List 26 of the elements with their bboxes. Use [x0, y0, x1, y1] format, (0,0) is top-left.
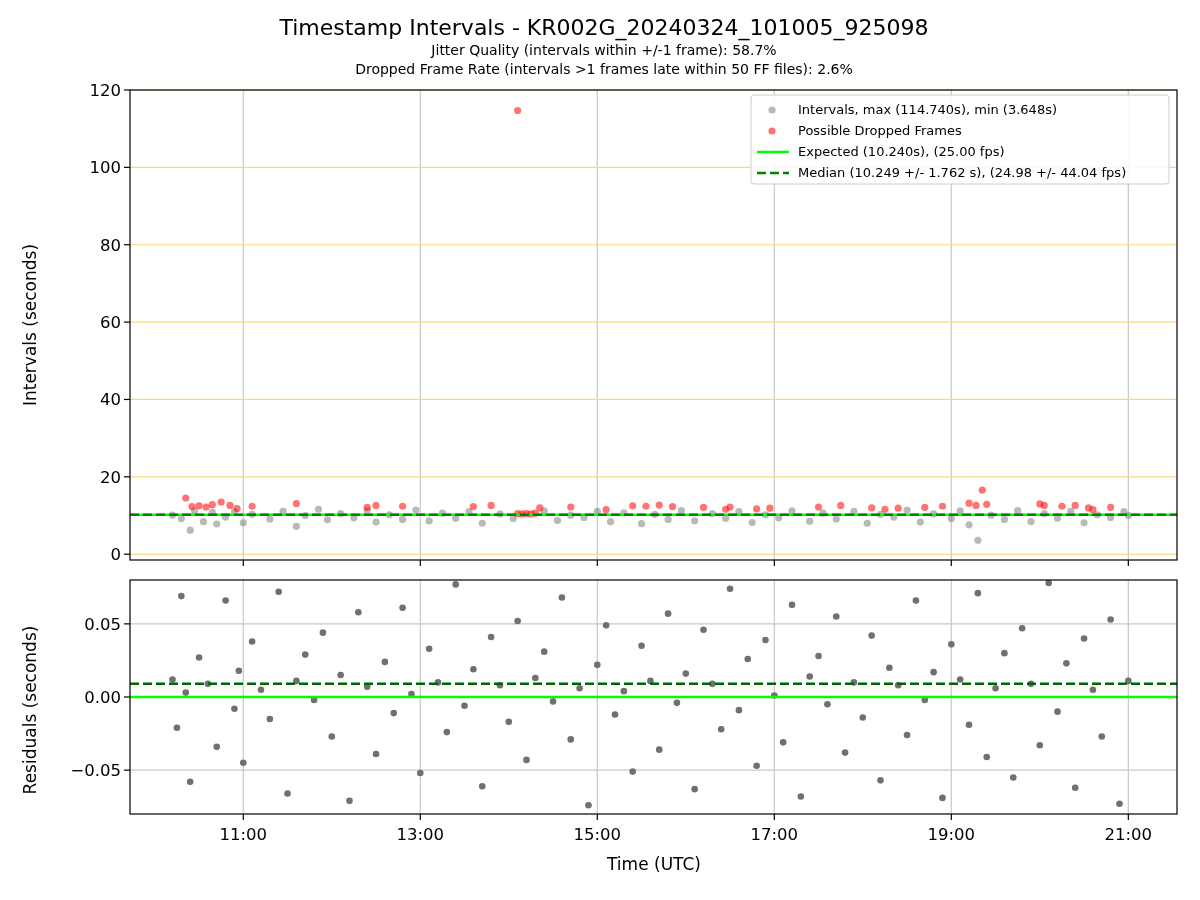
tick-label: 80 — [100, 235, 121, 255]
axis-label: Time (UTC) — [607, 854, 701, 874]
tick-label: 0 — [110, 545, 121, 565]
tick-label: 19:00 — [927, 825, 976, 844]
legend-label: Intervals, max (114.740s), min (3.648s) — [798, 102, 1057, 117]
legend-label: Expected (10.240s), (25.00 fps) — [798, 144, 1005, 159]
figure-title: Timestamp Intervals - KR002G_20240324_101005_925098 — [279, 15, 929, 41]
tick-label: 20 — [100, 467, 121, 487]
tick-label: 13:00 — [396, 825, 445, 844]
tick-label: 0.00 — [84, 688, 121, 707]
tick-label: 40 — [100, 390, 121, 410]
tick-label: 17:00 — [750, 825, 799, 844]
figure-subtitle: Dropped Frame Rate (intervals >1 frames late within 50 FF files): 2.6% — [355, 60, 853, 79]
tick-label: 15:00 — [573, 825, 622, 844]
legend-label: Possible Dropped Frames — [798, 123, 962, 138]
axis-label: Intervals (seconds) — [20, 243, 40, 407]
tick-label: 100 — [89, 158, 121, 178]
axis-label: Residuals (seconds) — [20, 625, 40, 795]
legend-label: Median (10.249 +/- 1.762 s), (24.98 +/- 44.04 fps) — [798, 165, 1127, 180]
tick-label: 60 — [100, 313, 121, 333]
figure-subtitle: Jitter Quality (intervals within +/-1 frame): 58.7% — [431, 41, 777, 60]
tick-label: 11:00 — [219, 825, 268, 844]
tick-label: 0.05 — [84, 614, 121, 634]
tick-label: 120 — [89, 81, 121, 100]
tick-label: −0.05 — [70, 761, 121, 781]
tick-label: 21:00 — [1104, 825, 1153, 844]
